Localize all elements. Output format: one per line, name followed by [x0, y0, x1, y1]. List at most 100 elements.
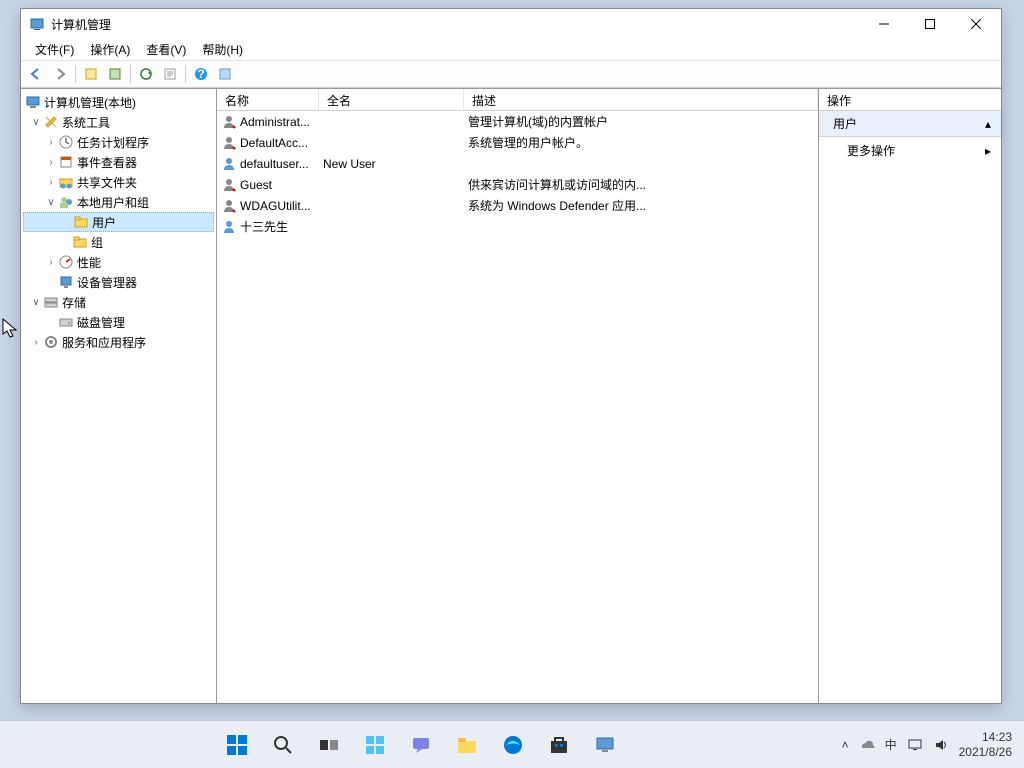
export-button[interactable] [159, 63, 181, 85]
taskbar[interactable]: ˄ 中 14:23 2021/8/26 [0, 720, 1024, 768]
forward-button[interactable] [49, 63, 71, 85]
refresh-button[interactable] [135, 63, 157, 85]
action-more-operations[interactable]: 更多操作 ▸ [819, 137, 1001, 164]
back-button[interactable] [25, 63, 47, 85]
device-icon [58, 274, 74, 290]
expander-icon[interactable]: ∨ [29, 117, 43, 128]
expander-icon[interactable]: › [44, 137, 58, 148]
tree-event-viewer[interactable]: › 事件查看器 [23, 152, 214, 172]
user-row[interactable]: defaultuser... New User [217, 153, 818, 174]
properties-button[interactable] [104, 63, 126, 85]
tools-icon [43, 114, 59, 130]
up-button[interactable] [80, 63, 102, 85]
expander-icon[interactable]: › [44, 177, 58, 188]
user-row[interactable]: 十三先生 [217, 216, 818, 237]
tree-system-tools[interactable]: ∨ 系统工具 [23, 112, 214, 132]
users-list-panel: 名称 全名 描述 Administrat... 管理计算机(域)的内置帐户 De… [217, 89, 819, 703]
clock-icon [58, 134, 74, 150]
show-hide-button[interactable] [214, 63, 236, 85]
folder-icon [72, 234, 88, 250]
explorer-button[interactable] [447, 725, 487, 765]
column-description[interactable]: 描述 [464, 89, 818, 110]
running-app-icon[interactable] [585, 725, 625, 765]
menu-file[interactable]: 文件(F) [27, 39, 82, 60]
actions-header: 操作 [819, 89, 1001, 111]
column-fullname[interactable]: 全名 [319, 89, 464, 110]
tree-services-apps[interactable]: › 服务和应用程序 [23, 332, 214, 352]
store-button[interactable] [539, 725, 579, 765]
user-icon [221, 114, 237, 130]
user-row[interactable]: Guest 供来宾访问计算机或访问域的内... [217, 174, 818, 195]
user-icon [221, 156, 237, 172]
folder-icon [73, 214, 89, 230]
submenu-arrow-icon: ▸ [985, 144, 991, 158]
menu-help[interactable]: 帮助(H) [194, 39, 251, 60]
column-name[interactable]: 名称 [217, 89, 319, 110]
tree-local-users-groups[interactable]: ∨ 本地用户和组 [23, 192, 214, 212]
clock[interactable]: 14:23 2021/8/26 [959, 730, 1012, 759]
edge-button[interactable] [493, 725, 533, 765]
tree-disk-management[interactable]: 磁盘管理 [23, 312, 214, 332]
disk-icon [58, 314, 74, 330]
user-icon [221, 135, 237, 151]
actions-section-users[interactable]: 用户 ▴ [819, 111, 1001, 137]
user-row[interactable]: WDAGUtilit... 系统为 Windows Defender 应用... [217, 195, 818, 216]
expander-icon[interactable]: ∨ [29, 297, 43, 308]
titlebar[interactable]: 计算机管理 [21, 9, 1001, 39]
ime-indicator[interactable]: 中 [885, 736, 897, 753]
user-icon [221, 177, 237, 193]
tree-task-scheduler[interactable]: › 任务计划程序 [23, 132, 214, 152]
tree-users[interactable]: 用户 [23, 212, 214, 232]
toolbar-separator [185, 65, 186, 83]
content-area: 计算机管理(本地) ∨ 系统工具 › 任务计划程序 › 事件查看器 › 共享文件… [21, 88, 1001, 703]
expander-icon[interactable]: › [29, 337, 43, 348]
volume-icon[interactable] [933, 737, 949, 753]
users-groups-icon [58, 194, 74, 210]
close-button[interactable] [953, 9, 999, 39]
search-button[interactable] [263, 725, 303, 765]
help-button[interactable]: ? [190, 63, 212, 85]
shared-folder-icon [58, 174, 74, 190]
collapse-icon: ▴ [985, 117, 991, 131]
actions-panel: 操作 用户 ▴ 更多操作 ▸ [819, 89, 1001, 703]
mouse-cursor [2, 318, 20, 342]
widgets-button[interactable] [355, 725, 395, 765]
computer-icon [25, 94, 41, 110]
expander-icon[interactable]: ∨ [44, 197, 58, 208]
event-icon [58, 154, 74, 170]
taskbar-center [0, 725, 842, 765]
tree-groups[interactable]: 组 [23, 232, 214, 252]
navigation-tree[interactable]: 计算机管理(本地) ∨ 系统工具 › 任务计划程序 › 事件查看器 › 共享文件… [21, 89, 217, 703]
menubar: 文件(F) 操作(A) 查看(V) 帮助(H) [21, 39, 1001, 61]
menu-view[interactable]: 查看(V) [138, 39, 194, 60]
network-icon[interactable] [907, 737, 923, 753]
expander-icon[interactable]: › [44, 257, 58, 268]
task-view-button[interactable] [309, 725, 349, 765]
user-row[interactable]: Administrat... 管理计算机(域)的内置帐户 [217, 111, 818, 132]
onedrive-icon[interactable] [859, 737, 875, 753]
tray-chevron-icon[interactable]: ˄ [842, 738, 849, 752]
minimize-button[interactable] [861, 9, 907, 39]
window-controls [861, 9, 999, 39]
services-icon [43, 334, 59, 350]
list-body[interactable]: Administrat... 管理计算机(域)的内置帐户 DefaultAcc.… [217, 111, 818, 703]
svg-text:?: ? [197, 67, 204, 81]
user-icon [221, 219, 237, 235]
user-icon [221, 198, 237, 214]
menu-action[interactable]: 操作(A) [82, 39, 138, 60]
tree-storage[interactable]: ∨ 存储 [23, 292, 214, 312]
tree-shared-folders[interactable]: › 共享文件夹 [23, 172, 214, 192]
maximize-button[interactable] [907, 9, 953, 39]
start-button[interactable] [217, 725, 257, 765]
tree-root[interactable]: 计算机管理(本地) [23, 92, 214, 112]
chat-button[interactable] [401, 725, 441, 765]
user-row[interactable]: DefaultAcc... 系统管理的用户帐户。 [217, 132, 818, 153]
tree-performance[interactable]: › 性能 [23, 252, 214, 272]
performance-icon [58, 254, 74, 270]
window-title: 计算机管理 [51, 16, 861, 33]
expander-icon[interactable]: › [44, 157, 58, 168]
tree-device-manager[interactable]: 设备管理器 [23, 272, 214, 292]
toolbar-separator [75, 65, 76, 83]
system-tray[interactable]: ˄ 中 14:23 2021/8/26 [842, 730, 1024, 759]
computer-management-window: 计算机管理 文件(F) 操作(A) 查看(V) 帮助(H) ? 计算机管理(本地… [20, 8, 1002, 704]
